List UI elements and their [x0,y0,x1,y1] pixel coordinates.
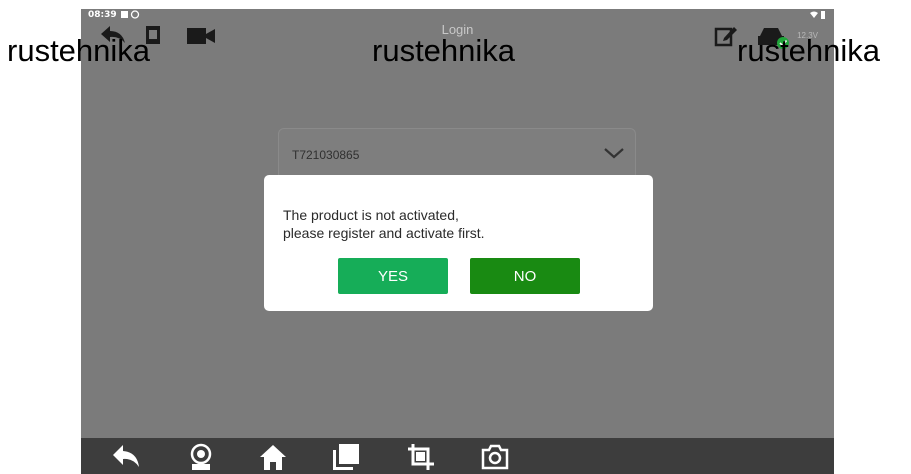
dialog-message: The product is not activated, please reg… [283,206,485,242]
yes-button[interactable]: YES [338,258,448,294]
wifi-battery-icons [810,10,826,22]
watermark-right: rustehnika [737,33,881,68]
back-icon[interactable] [111,443,141,474]
status-time: 08:39 [88,10,117,20]
watermark-left: rustehnika [7,33,151,68]
dialog-message-line1: The product is not activated, [283,207,459,223]
notification-icons [121,10,143,22]
home-icon[interactable] [258,443,288,474]
chevron-down-icon [603,146,625,165]
serial-number-dropdown[interactable]: T721030865 [278,128,636,180]
serial-number-value: T721030865 [292,148,360,162]
screenshot-crop-icon[interactable] [406,443,436,474]
dialog-message-line2: please register and activate first. [283,225,485,241]
watermark-center: rustehnika [372,33,516,68]
no-button[interactable]: NO [470,258,580,294]
diagnose-icon[interactable] [188,443,214,474]
recent-apps-icon[interactable] [331,443,361,474]
tablet-screen: 08:39 Login 12.3V T721030865 The product… [81,9,834,474]
bottom-nav-bar [81,438,834,474]
edit-icon[interactable] [714,25,738,52]
activation-dialog: The product is not activated, please reg… [264,175,653,311]
status-bar: 08:39 [81,9,834,23]
camera-icon[interactable] [479,443,511,474]
